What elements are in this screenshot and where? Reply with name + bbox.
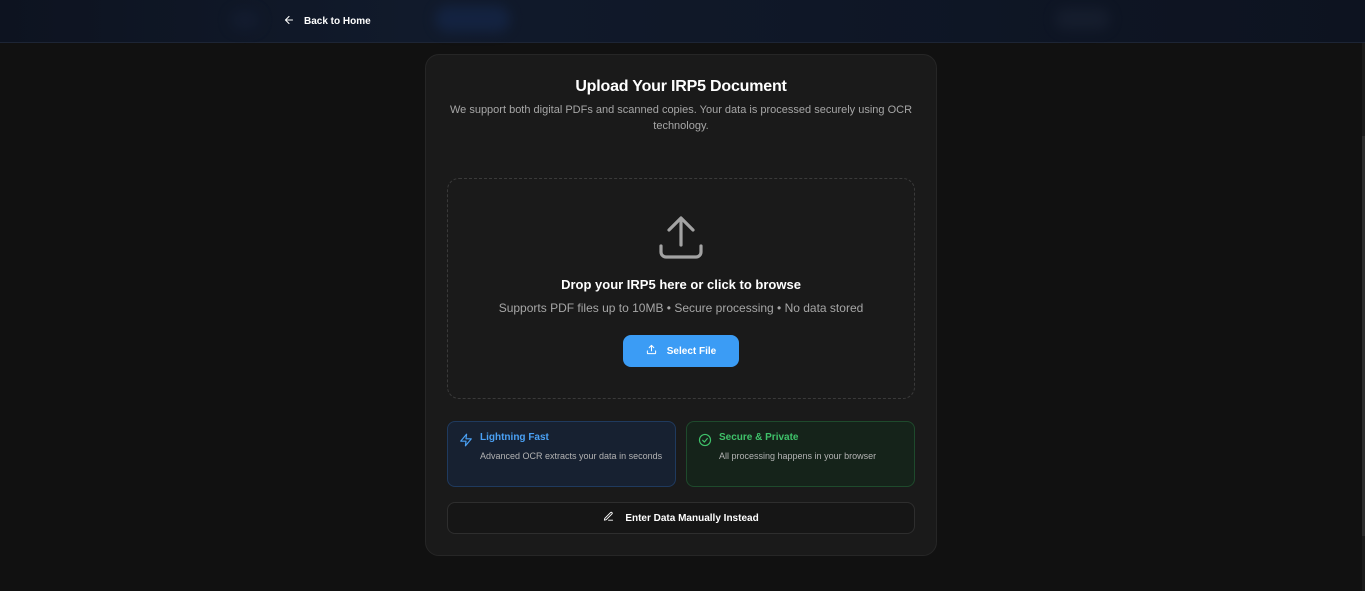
back-to-home-link[interactable]: Back to Home: [283, 12, 371, 30]
upload-small-icon: [646, 344, 657, 358]
feature-card-secure-private: Secure & Private All processing happens …: [686, 421, 915, 487]
feature-title: Lightning Fast: [480, 432, 549, 443]
nav-blur-decoration: [230, 10, 260, 30]
enter-data-manually-label: Enter Data Manually Instead: [625, 512, 759, 524]
upload-card: Upload Your IRP5 Document We support bot…: [425, 54, 937, 556]
back-to-home-label: Back to Home: [304, 15, 371, 27]
feature-description: Advanced OCR extracts your data in secon…: [480, 451, 663, 461]
enter-data-manually-button[interactable]: Enter Data Manually Instead: [447, 502, 915, 534]
nav-blur-decoration: [1055, 8, 1110, 30]
upload-icon: [657, 213, 705, 261]
pencil-icon: [603, 511, 614, 525]
page-title: Upload Your IRP5 Document: [575, 78, 787, 95]
top-navigation-bar: Back to Home: [0, 0, 1365, 43]
file-dropzone[interactable]: Drop your IRP5 here or click to browse S…: [447, 178, 915, 399]
lightning-icon: [459, 433, 473, 447]
feature-description: All processing happens in your browser: [719, 451, 877, 461]
feature-title: Secure & Private: [719, 432, 799, 443]
select-file-label: Select File: [666, 345, 717, 357]
dropzone-title: Drop your IRP5 here or click to browse: [561, 277, 801, 292]
dropzone-subtitle: Supports PDF files up to 10MB • Secure p…: [498, 301, 864, 315]
feature-card-lightning-fast: Lightning Fast Advanced OCR extracts you…: [447, 421, 676, 487]
nav-blur-decoration: [435, 6, 510, 32]
select-file-button[interactable]: Select File: [623, 335, 739, 367]
page-subtitle: We support both digital PDFs and scanned…: [449, 104, 913, 132]
check-circle-icon: [698, 433, 712, 447]
arrow-left-icon: [283, 14, 295, 29]
